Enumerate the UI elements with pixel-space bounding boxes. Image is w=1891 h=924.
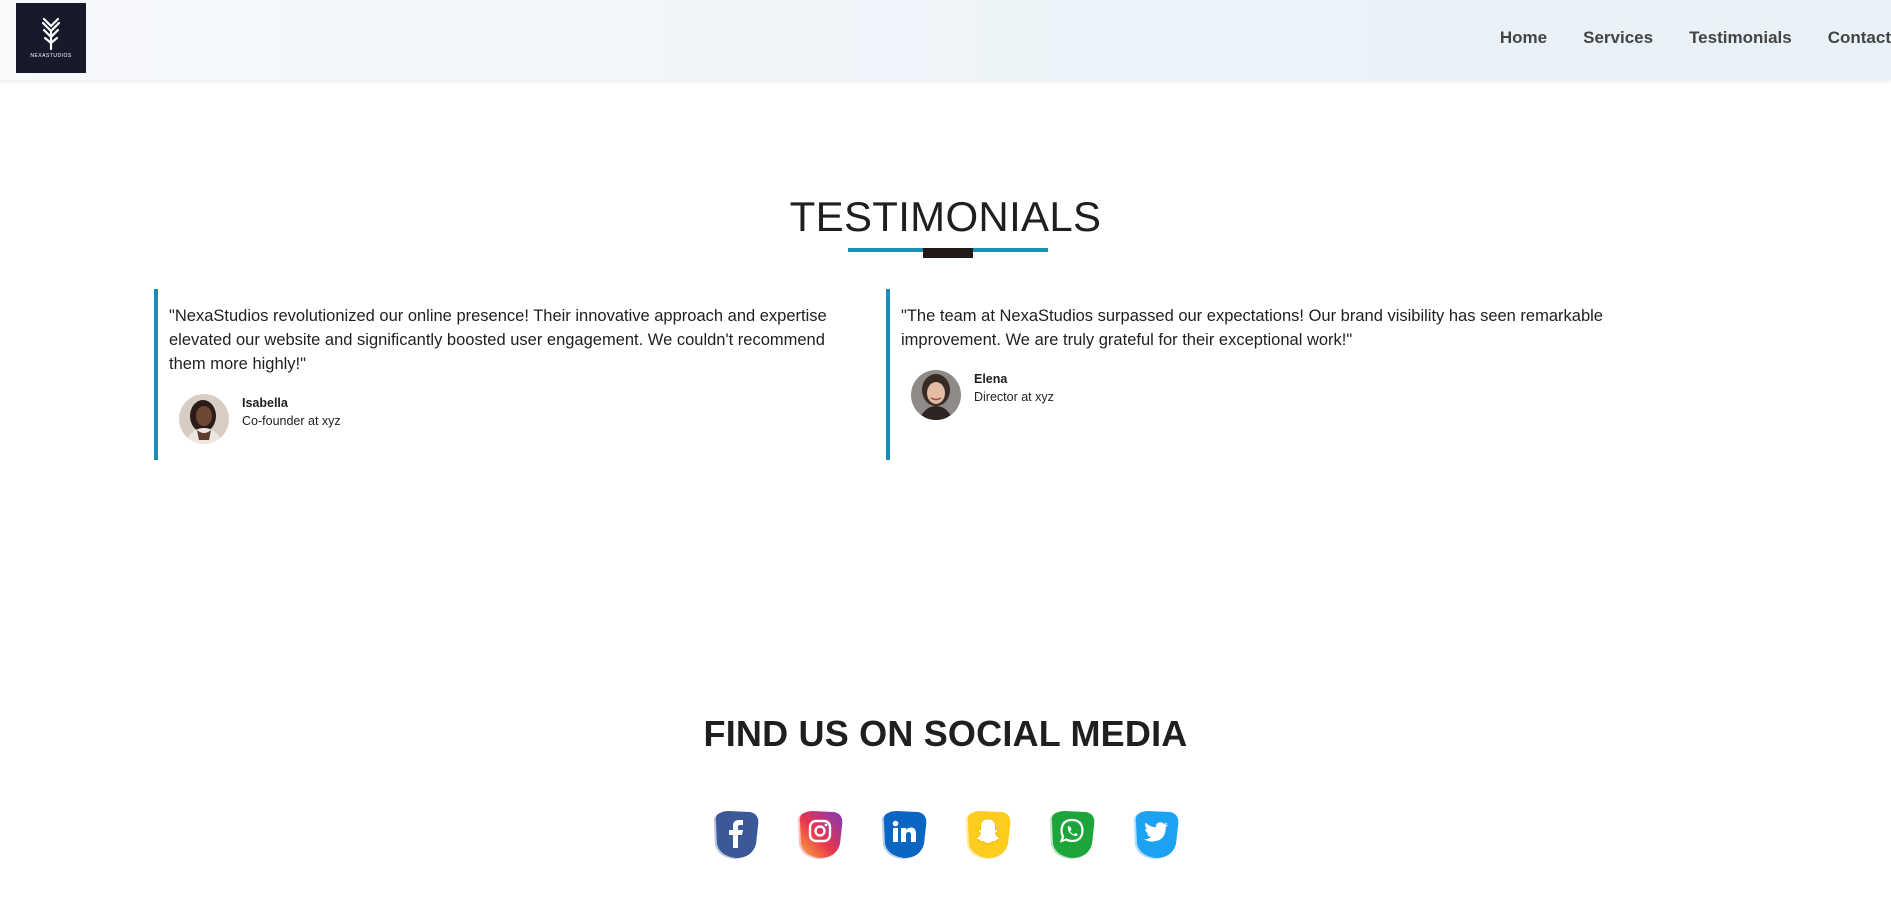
author-name: Elena xyxy=(974,372,1008,386)
nav-testimonials[interactable]: Testimonials xyxy=(1689,28,1792,48)
testimonial-author: Isabella Co-founder at xyz xyxy=(169,392,874,446)
author-role: Co-founder at xyz xyxy=(242,414,341,428)
brand-logo[interactable]: NEXASTUDIOS xyxy=(16,3,86,73)
avatar xyxy=(911,370,961,420)
author-role: Director at xyz xyxy=(974,390,1054,404)
testimonial-card: "The team at NexaStudios surpassed our e… xyxy=(886,289,1626,460)
leaf-logo-icon xyxy=(41,17,61,51)
nav-services[interactable]: Services xyxy=(1583,28,1653,48)
whatsapp-icon[interactable] xyxy=(1046,808,1098,860)
avatar xyxy=(179,394,229,444)
facebook-icon[interactable] xyxy=(710,808,762,860)
title-underline-accent xyxy=(923,248,973,258)
linkedin-icon[interactable] xyxy=(878,808,930,860)
author-name: Isabella xyxy=(242,396,288,410)
testimonial-card: "NexaStudios revolutionized our online p… xyxy=(154,289,874,460)
nav-home[interactable]: Home xyxy=(1500,28,1547,48)
social-links xyxy=(0,808,1891,860)
nav-contact[interactable]: Contact xyxy=(1828,28,1891,48)
testimonial-author: Elena Director at xyz xyxy=(901,368,1626,422)
twitter-icon[interactable] xyxy=(1130,808,1182,860)
social-title: FIND US ON SOCIAL MEDIA xyxy=(703,713,1188,754)
testimonial-quote: "NexaStudios revolutionized our online p… xyxy=(169,307,827,373)
snapchat-icon[interactable] xyxy=(962,808,1014,860)
testimonial-quote: "The team at NexaStudios surpassed our e… xyxy=(901,307,1603,349)
instagram-icon[interactable] xyxy=(794,808,846,860)
navbar: NEXASTUDIOS Home Services Testimonials C… xyxy=(0,0,1891,80)
logo-text: NEXASTUDIOS xyxy=(30,53,72,59)
main-nav: Home Services Testimonials Contact xyxy=(1464,0,1891,76)
testimonials-title: TESTIMONIALS xyxy=(789,193,1102,240)
